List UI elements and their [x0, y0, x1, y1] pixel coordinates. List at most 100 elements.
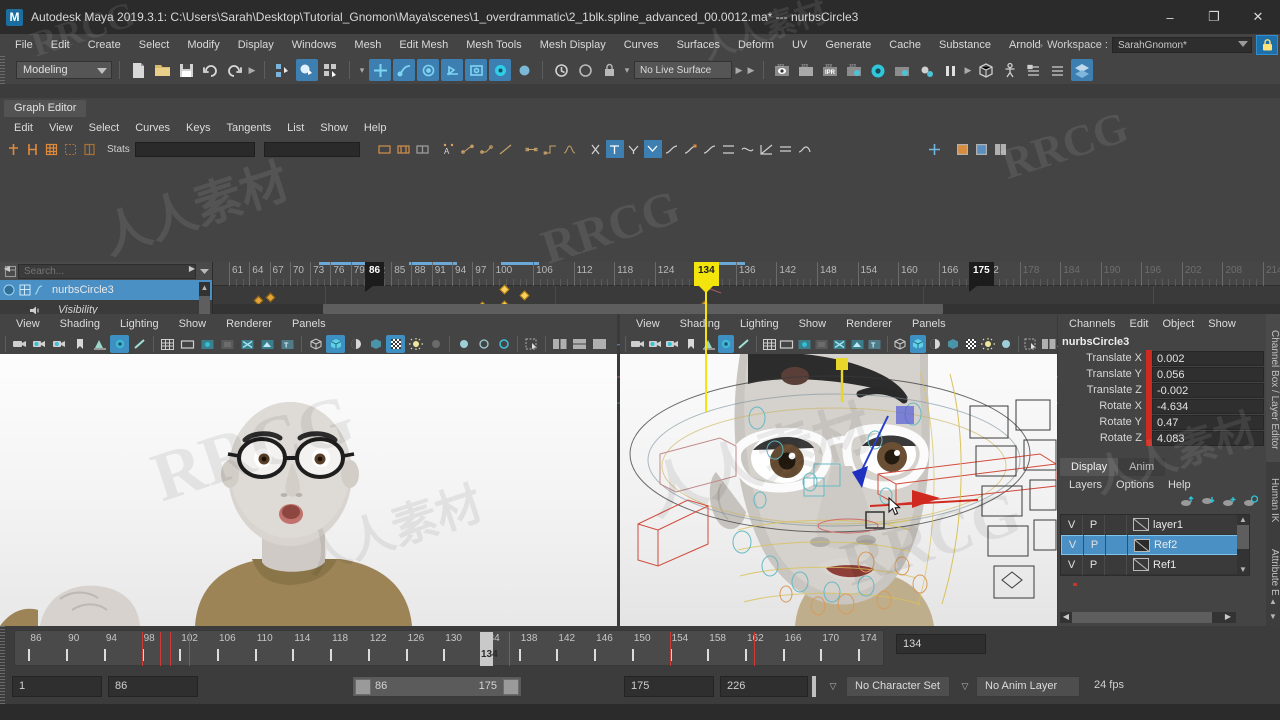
menu-display[interactable]: Display — [229, 34, 283, 56]
menu-mesh-tools[interactable]: Mesh Tools — [457, 34, 530, 56]
cb-menu-channels[interactable]: Channels — [1062, 314, 1122, 334]
outliner-scroll-left-icon[interactable]: ◀ — [1, 262, 13, 274]
wireframe-color-icon[interactable] — [130, 335, 149, 353]
panel-layout-icon[interactable] — [550, 335, 569, 353]
range-end-field[interactable]: 175 — [624, 676, 714, 697]
redo-icon[interactable] — [223, 59, 245, 81]
tab-channel-box-layer-editor[interactable]: Channel Box / Layer Editor — [1266, 314, 1280, 462]
channel-row-rotate-x[interactable]: Rotate X -4.634 — [1058, 398, 1280, 414]
layer-scroll-down-icon[interactable]: ▼ — [1237, 565, 1249, 575]
break-down-key-icon[interactable] — [701, 140, 719, 158]
layer-menu-options[interactable]: Options — [1109, 476, 1161, 494]
render-settings-icon[interactable]: 123 — [843, 59, 865, 81]
new-layer-icon[interactable] — [1180, 495, 1195, 511]
menu-set-dropdown[interactable]: Modeling — [16, 61, 112, 79]
use-default-light-icon[interactable] — [962, 335, 979, 353]
ambient-occlusion-icon[interactable] — [998, 335, 1015, 353]
vpr-menu-renderer[interactable]: Renderer — [836, 314, 902, 334]
playback-speed-handle[interactable] — [812, 676, 816, 697]
maximize-button[interactable]: ❐ — [1192, 0, 1236, 34]
display-layer-list[interactable]: V P layer1 V P Ref2 V P Ref1 — [1060, 514, 1250, 576]
use-default-light-icon[interactable] — [386, 335, 405, 353]
menu-create[interactable]: Create — [79, 34, 130, 56]
isolate-select-icon[interactable] — [1023, 335, 1040, 353]
anim-layer-field[interactable]: No Anim Layer — [976, 676, 1080, 697]
live-surface-field[interactable]: No Live Surface — [634, 61, 732, 79]
scrollbar-thumb[interactable] — [1072, 612, 1212, 623]
xray-joints-icon[interactable]: T — [278, 335, 297, 353]
panel-layout-2-icon[interactable] — [570, 335, 589, 353]
ge-menu-list[interactable]: List — [279, 119, 312, 137]
channel-value[interactable]: 0.056 — [1152, 367, 1264, 382]
ge-menu-curves[interactable]: Curves — [127, 119, 178, 137]
scrollbar-thumb[interactable] — [323, 304, 943, 314]
graph-editor-layout-icon[interactable] — [954, 140, 972, 158]
undo-icon[interactable] — [199, 59, 221, 81]
plateau-tangent-icon[interactable] — [561, 140, 579, 158]
time-slider-keyframe[interactable] — [142, 632, 143, 666]
menu-windows[interactable]: Windows — [283, 34, 346, 56]
graph-editor-tab[interactable]: Graph Editor — [4, 100, 86, 117]
ge-menu-help[interactable]: Help — [356, 119, 395, 137]
menu-surfaces[interactable]: Surfaces — [668, 34, 729, 56]
stats-field-1[interactable] — [135, 142, 255, 157]
time-slider-keyframe[interactable] — [754, 632, 755, 666]
layer-name[interactable]: layer1 — [1153, 519, 1183, 531]
frame-playback-range-icon[interactable] — [395, 140, 413, 158]
range-slider-left-handle[interactable] — [355, 679, 371, 695]
layer-row-ref1[interactable]: V P Ref1 — [1061, 555, 1249, 575]
viewport-right-canvas[interactable]: 人人素材 RRCG — [620, 354, 1057, 626]
graph-playhead[interactable] — [705, 286, 707, 412]
lock-selection-icon[interactable] — [598, 59, 620, 81]
vpr-menu-shading[interactable]: Shading — [670, 314, 730, 334]
layer-name[interactable]: Ref2 — [1154, 539, 1177, 551]
render-expand-icon[interactable]: ▶ — [963, 61, 973, 79]
snap-expand-icon[interactable]: ▾ — [357, 61, 367, 79]
camera-bookmark-icon[interactable] — [665, 335, 682, 353]
minimize-button[interactable]: – — [1148, 0, 1192, 34]
hardware-texture-icon[interactable] — [366, 335, 385, 353]
vpl-menu-show[interactable]: Show — [169, 314, 217, 334]
object-grid-icon[interactable] — [18, 283, 32, 297]
layer-name[interactable]: Ref1 — [1153, 559, 1176, 571]
normalized-curve-icon[interactable] — [758, 140, 776, 158]
wireframe-icon[interactable] — [892, 335, 909, 353]
animation-start-field[interactable]: 1 — [12, 676, 102, 697]
frame-centered-view-icon[interactable] — [414, 140, 432, 158]
menu-curves[interactable]: Curves — [615, 34, 668, 56]
animation-end-field[interactable]: 226 — [720, 676, 808, 697]
toolbar-expand2-icon[interactable]: ▾ — [622, 61, 632, 79]
time-slider[interactable]: 8690949810210611011411812212613013413814… — [0, 626, 1280, 670]
bookmark-icon[interactable] — [70, 335, 89, 353]
layer-display-type-toggle[interactable] — [1105, 515, 1127, 535]
region-keys-icon[interactable] — [61, 140, 79, 158]
ge-menu-tangents[interactable]: Tangents — [219, 119, 280, 137]
film-gate-icon[interactable] — [178, 335, 197, 353]
remove-selected-icon[interactable] — [1243, 495, 1258, 511]
move-nearest-picked-key-icon[interactable] — [4, 140, 22, 158]
viewport-right[interactable]: View Shading Lighting Show Renderer Pane… — [620, 314, 1057, 626]
search-chevron-down-icon[interactable] — [196, 263, 212, 279]
camera-bookmark-icon[interactable] — [50, 335, 69, 353]
shadows-icon[interactable] — [406, 335, 425, 353]
render-view-icon[interactable]: 123 — [771, 59, 793, 81]
vpl-menu-view[interactable]: View — [6, 314, 50, 334]
viewport-left-canvas[interactable]: RRCG 人人素材 — [0, 354, 617, 626]
snap-curve-icon[interactable] — [393, 59, 415, 81]
panel-layout-icon[interactable] — [1041, 335, 1058, 353]
shadows-icon[interactable] — [980, 335, 997, 353]
wireframe-icon[interactable] — [306, 335, 325, 353]
two-sided-lighting-icon[interactable] — [718, 335, 735, 353]
gate-mask-icon[interactable] — [218, 335, 237, 353]
layer-visibility-toggle[interactable]: V — [1062, 535, 1084, 555]
menu-modify[interactable]: Modify — [178, 34, 228, 56]
viewport-left[interactable]: View Shading Lighting Show Renderer Pane… — [0, 314, 617, 626]
stacked-curves-icon[interactable] — [777, 140, 795, 158]
vpr-menu-panels[interactable]: Panels — [902, 314, 956, 334]
layer-list-hscrollbar[interactable]: ◀ ▶ — [1060, 612, 1236, 623]
tab-display[interactable]: Display — [1060, 458, 1118, 476]
playback-fps-label[interactable]: 24 fps — [1086, 676, 1152, 697]
layer-menu-help[interactable]: Help — [1161, 476, 1198, 494]
menu-edit[interactable]: Edit — [42, 34, 79, 56]
current-frame-marker[interactable]: 134 — [694, 262, 719, 286]
